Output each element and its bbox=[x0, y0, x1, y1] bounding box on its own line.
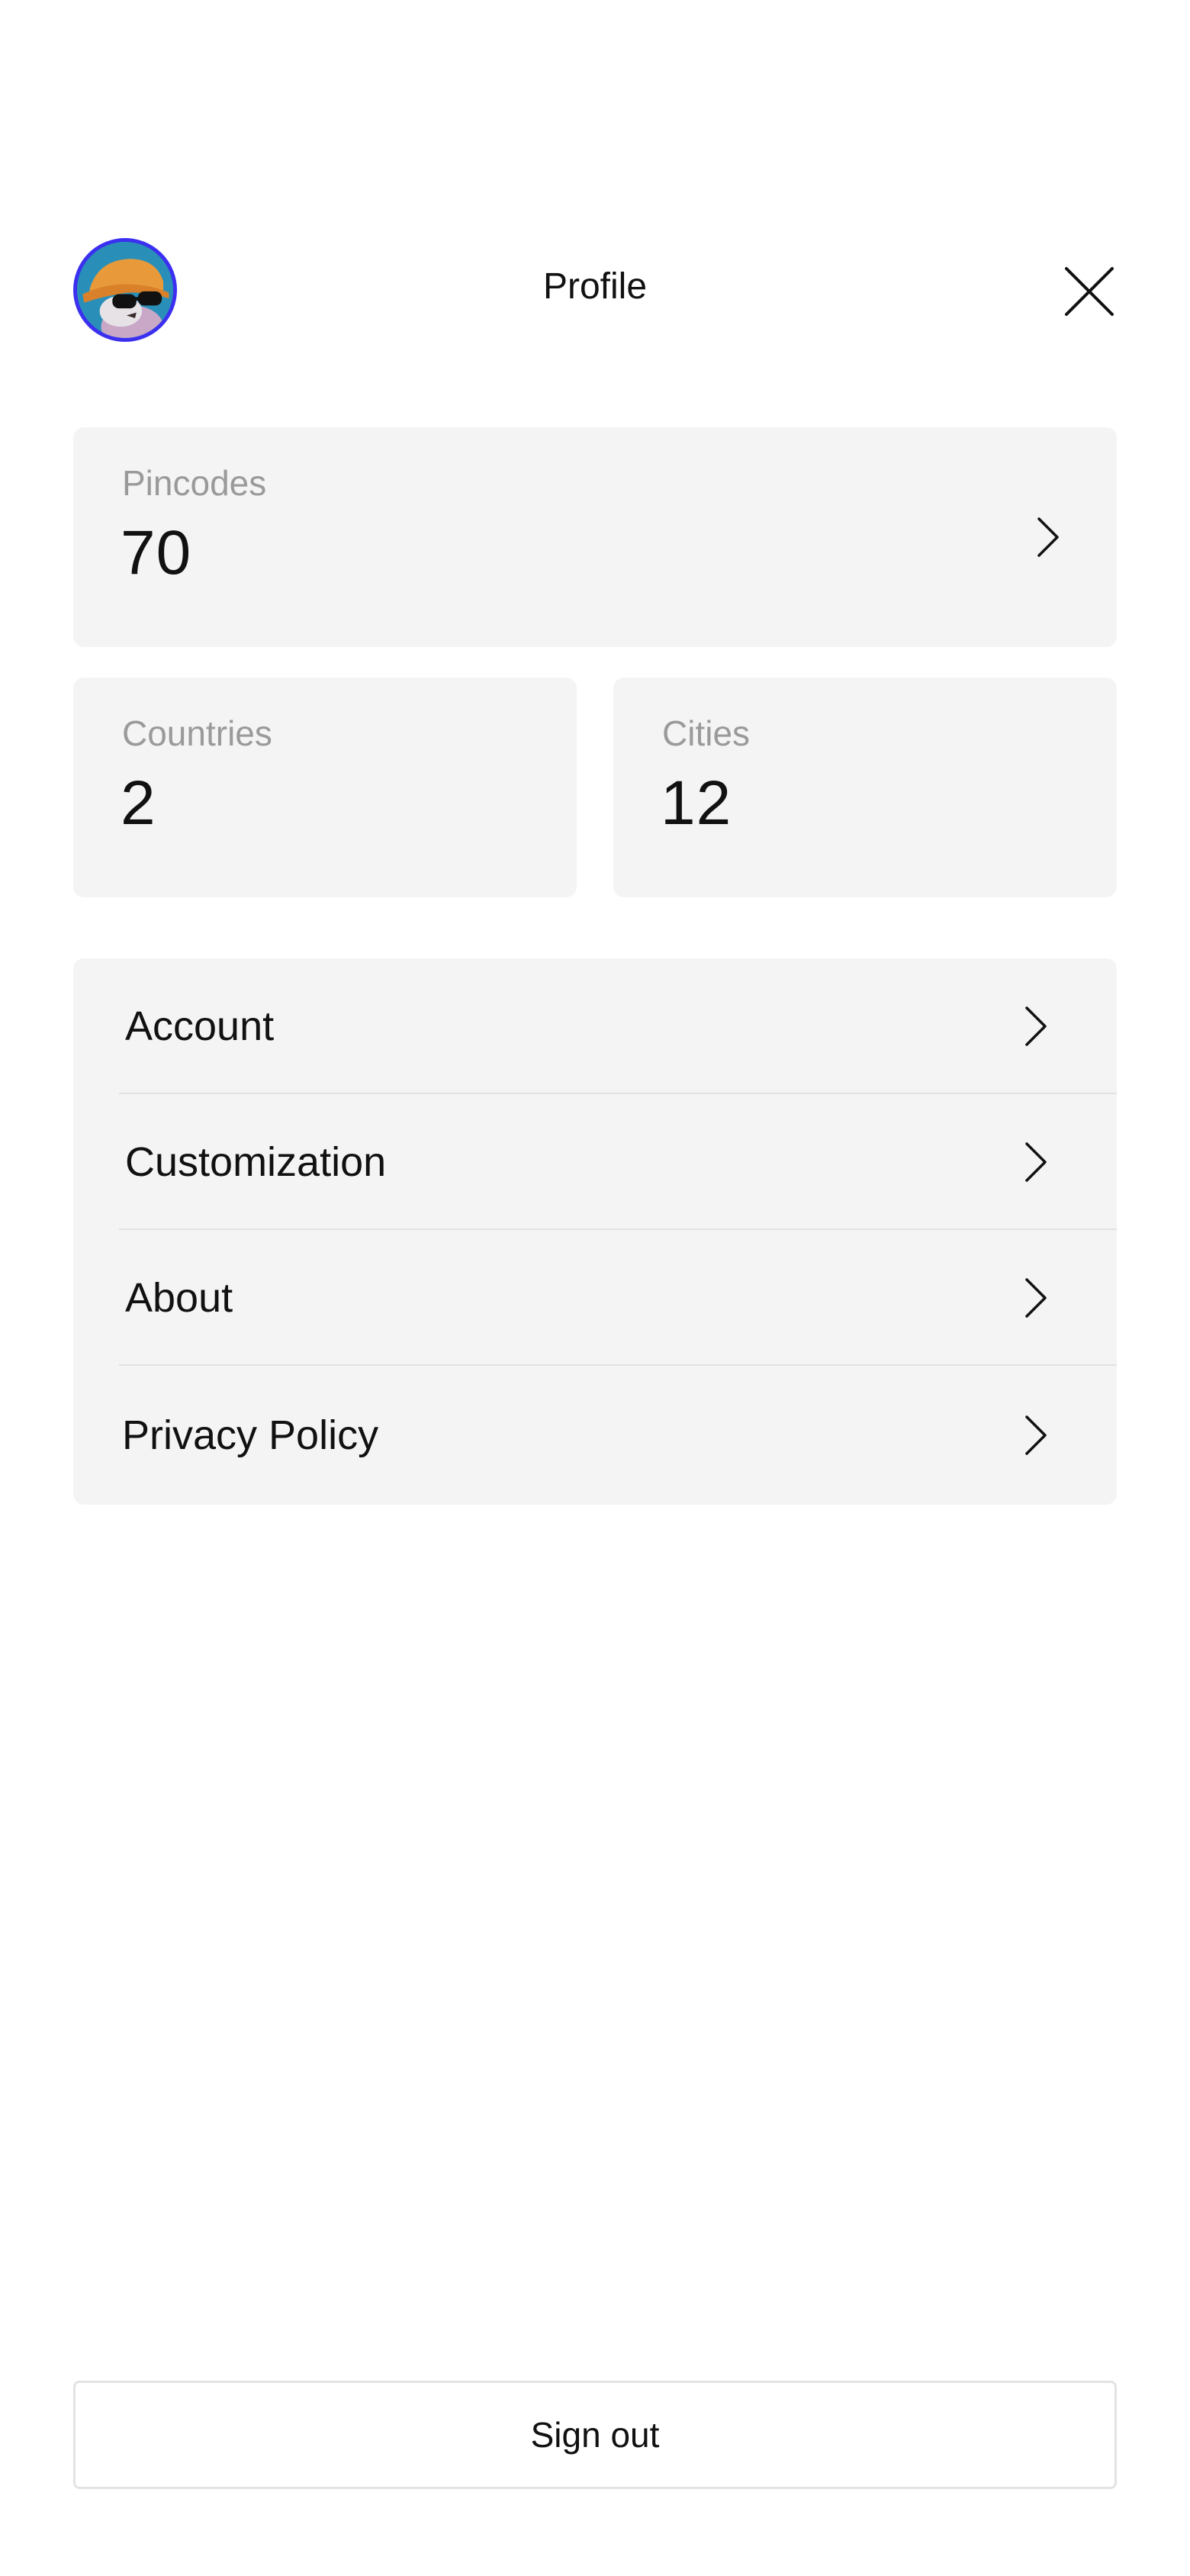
countries-label: Countries bbox=[122, 713, 272, 753]
menu-item-label: Privacy Policy bbox=[122, 1412, 379, 1458]
menu-item-privacy-policy[interactable]: Privacy Policy bbox=[73, 1366, 1117, 1505]
cities-label: Cities bbox=[662, 713, 751, 753]
pincodes-label: Pincodes bbox=[122, 463, 267, 503]
countries-value: 2 bbox=[121, 768, 156, 838]
page-title: Profile bbox=[542, 266, 648, 307]
chevron-right-icon bbox=[1021, 1412, 1051, 1458]
menu-item-customization[interactable]: Customization bbox=[73, 1094, 1117, 1230]
cities-card: Cities 12 bbox=[613, 678, 1117, 897]
chevron-right-icon bbox=[1021, 1003, 1051, 1049]
chevron-right-icon bbox=[1021, 1139, 1051, 1185]
profile-header: Profile bbox=[73, 235, 1117, 349]
settings-menu: Account Customization About Privacy Poli… bbox=[73, 958, 1117, 1505]
close-icon bbox=[1065, 267, 1114, 316]
pincodes-card[interactable]: Pincodes 70 bbox=[73, 427, 1117, 647]
menu-item-label: About bbox=[125, 1275, 233, 1321]
countries-card: Countries 2 bbox=[73, 678, 577, 897]
sign-out-button[interactable]: Sign out bbox=[73, 2381, 1117, 2489]
chevron-right-icon bbox=[1033, 514, 1063, 560]
profile-screen: Profile Pincodes 70 Countries 2 Cities 1… bbox=[0, 0, 1190, 2576]
menu-item-label: Customization bbox=[125, 1139, 387, 1185]
menu-item-about[interactable]: About bbox=[73, 1230, 1117, 1366]
cities-value: 12 bbox=[661, 768, 732, 838]
menu-item-label: Account bbox=[125, 1003, 275, 1049]
pincodes-value: 70 bbox=[121, 518, 192, 588]
menu-item-account[interactable]: Account bbox=[73, 958, 1117, 1094]
close-button[interactable] bbox=[1062, 264, 1117, 319]
chevron-right-icon bbox=[1021, 1275, 1051, 1321]
